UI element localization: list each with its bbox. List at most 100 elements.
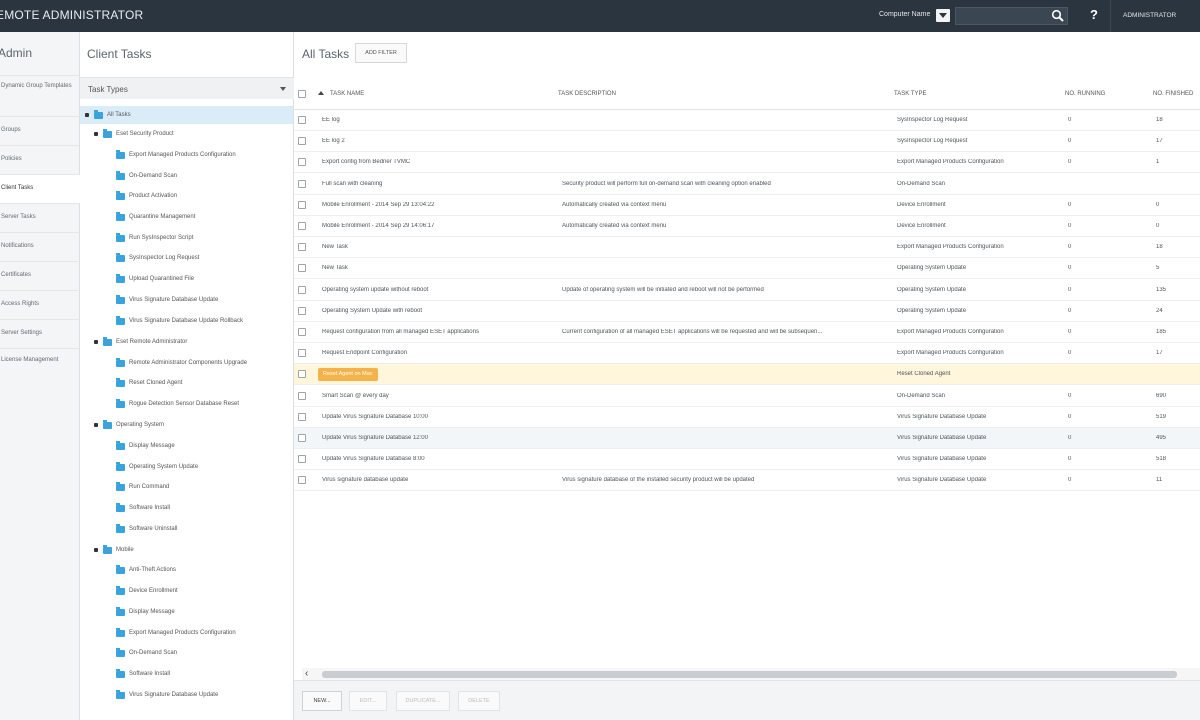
row-checkbox[interactable] xyxy=(298,412,306,421)
row-checkbox[interactable] xyxy=(298,137,306,146)
tree-item[interactable]: SysInspector Log Request xyxy=(116,249,199,267)
tree-item[interactable]: Mobile xyxy=(94,541,134,559)
column-no-running[interactable]: NO. RUNNING xyxy=(1065,91,1105,97)
sort-ascending-icon[interactable] xyxy=(318,91,324,95)
tree-item[interactable]: Operating System xyxy=(94,416,164,434)
tree-item[interactable]: Product Activation xyxy=(116,187,177,205)
tree-item[interactable]: Rogue Detection Sensor Database Reset xyxy=(116,395,239,413)
admin-item-certificates[interactable]: Certificates xyxy=(0,261,80,290)
tree-item[interactable]: Display Message xyxy=(116,603,175,621)
table-row[interactable]: New Task Operating System Update 0 5 xyxy=(294,258,1200,280)
admin-item-client-tasks[interactable]: Client Tasks xyxy=(0,174,80,203)
table-row[interactable]: Update Virus Signature Database 10:00 Vir… xyxy=(294,407,1200,428)
admin-item-server-tasks[interactable]: Server Tasks xyxy=(0,203,80,232)
row-checkbox[interactable] xyxy=(298,349,306,358)
table-row[interactable]: EE log SysInspector Log Request 0 18 xyxy=(294,110,1200,131)
admin-item-dynamic-group-templates[interactable]: Dynamic Group Templates xyxy=(0,75,80,116)
table-row[interactable]: Update Virus Signature Database 8:00 Viru… xyxy=(294,449,1200,471)
select-all-checkbox[interactable] xyxy=(298,90,306,98)
collapse-toggle-icon[interactable] xyxy=(94,132,98,136)
column-no-finished[interactable]: NO. FINISHED xyxy=(1153,91,1193,97)
table-row[interactable]: New Task Export Managed Products Configur… xyxy=(294,237,1200,259)
table-row[interactable]: Full scan with cleaning Security product … xyxy=(294,174,1200,195)
tree-item[interactable]: Quarantine Management xyxy=(116,208,195,226)
edit-button[interactable]: EDIT... xyxy=(349,691,387,711)
row-checkbox[interactable] xyxy=(298,476,306,485)
table-row[interactable]: Update Virus Signature Database 12:00 Vir… xyxy=(294,428,1200,449)
help-button[interactable]: ? xyxy=(1090,7,1098,22)
tree-item[interactable]: Device Enrollment xyxy=(116,582,178,600)
tree-item[interactable]: Remote Administrator Components Upgrade xyxy=(116,354,247,372)
tree-item[interactable]: Display Message xyxy=(116,437,175,455)
table-row[interactable]: Smart Scan @ every day On-Demand Scan 0 690 xyxy=(294,386,1200,407)
tree-item[interactable]: Operating System Update xyxy=(116,458,198,476)
admin-item-policies[interactable]: Policies xyxy=(0,145,80,174)
tree-item[interactable]: Eset Security Product xyxy=(94,125,174,143)
tree-item-all-tasks[interactable]: All Tasks xyxy=(80,106,293,124)
computer-name-dropdown[interactable] xyxy=(936,9,950,22)
admin-item-server-settings[interactable]: Server Settings xyxy=(0,319,80,348)
tree-item[interactable]: Run SysInspector Script xyxy=(116,229,193,247)
user-menu[interactable]: ADMINISTRATOR xyxy=(1110,0,1200,32)
table-row[interactable]: Mobile Enrollment - 2014 Sep 29 14:06:17… xyxy=(294,216,1200,237)
tree-item[interactable]: Eset Remote Administrator xyxy=(94,333,187,351)
delete-button[interactable]: DELETE xyxy=(458,691,500,711)
admin-item-access-rights[interactable]: Access Rights xyxy=(0,290,80,319)
row-checkbox[interactable] xyxy=(298,243,306,252)
row-checkbox[interactable] xyxy=(298,370,306,379)
table-row[interactable]: Mobile Enrollment - 2014 Sep 29 13:04:22… xyxy=(294,195,1200,216)
table-row[interactable]: Reset Agent on Mac Reset Cloned Agent xyxy=(294,364,1200,386)
collapse-toggle-icon[interactable] xyxy=(85,113,89,117)
tree-item[interactable]: Software Uninstall xyxy=(116,520,177,538)
scrollbar-thumb[interactable] xyxy=(322,671,1177,678)
collapse-toggle-icon[interactable] xyxy=(94,340,98,344)
table-row[interactable]: Request Endpoint Configuration Export Man… xyxy=(294,343,1200,365)
task-types-dropdown[interactable]: Task Types xyxy=(80,77,294,99)
tree-item[interactable]: Run Command xyxy=(116,478,169,496)
duplicate-button[interactable]: DUPLICATE... xyxy=(396,691,450,711)
row-checkbox[interactable] xyxy=(298,200,306,209)
tree-item[interactable]: Software Install xyxy=(116,665,170,683)
tree-item[interactable]: Export Managed Products Configuration xyxy=(116,146,236,164)
column-task-name[interactable]: TASK NAME xyxy=(330,91,364,97)
row-checkbox[interactable] xyxy=(298,455,306,464)
horizontal-scrollbar[interactable]: ‹ xyxy=(302,668,1200,680)
table-row[interactable]: Request configuration from all managed E… xyxy=(294,322,1200,343)
table-row[interactable]: Operating System Update with reboot Opera… xyxy=(294,301,1200,322)
tree-item[interactable]: Software Install xyxy=(116,499,170,517)
admin-item-notifications[interactable]: Notifications xyxy=(0,232,80,261)
row-checkbox[interactable] xyxy=(298,116,306,124)
row-checkbox[interactable] xyxy=(298,285,306,294)
column-task-description[interactable]: TASK DESCRIPTION xyxy=(558,91,616,97)
table-row[interactable]: EE log 2 SysInspector Log Request 0 17 xyxy=(294,131,1200,153)
row-checkbox[interactable] xyxy=(298,222,306,230)
row-checkbox[interactable] xyxy=(298,391,306,400)
row-checkbox[interactable] xyxy=(298,306,306,315)
table-row[interactable]: Export config from Bedner TVMC Export Man… xyxy=(294,152,1200,174)
table-row[interactable]: Virus signature database update Virus sig… xyxy=(294,470,1200,492)
row-checkbox[interactable] xyxy=(298,179,306,188)
collapse-toggle-icon[interactable] xyxy=(94,423,98,427)
tree-item[interactable]: Virus Signature Database Update Rollback xyxy=(116,312,243,330)
row-checkbox[interactable] xyxy=(298,158,306,167)
table-row[interactable]: Operating system update without reboot Up… xyxy=(294,280,1200,301)
tree-item[interactable]: Anti-Theft Actions xyxy=(116,561,176,579)
tree-item[interactable]: Reset Cloned Agent xyxy=(116,374,182,392)
tree-item[interactable]: On-Demand Scan xyxy=(116,644,177,662)
tree-item[interactable]: Export Managed Products Configuration xyxy=(116,624,236,642)
collapse-toggle-icon[interactable] xyxy=(94,548,98,552)
row-checkbox[interactable] xyxy=(298,264,306,273)
tree-item[interactable]: Virus Signature Database Update xyxy=(116,291,218,309)
new-button[interactable]: NEW... xyxy=(302,691,342,711)
row-checkbox[interactable] xyxy=(298,328,306,336)
column-task-type[interactable]: TASK TYPE xyxy=(894,91,926,97)
tree-item[interactable]: On-Demand Scan xyxy=(116,167,177,185)
tree-item[interactable]: Upload Quarantined File xyxy=(116,270,194,288)
row-checkbox[interactable] xyxy=(298,434,306,442)
search-icon[interactable] xyxy=(1051,9,1065,23)
tree-item[interactable]: Virus Signature Database Update xyxy=(116,686,218,704)
scroll-left-icon[interactable]: ‹ xyxy=(305,669,308,679)
admin-item-license-management[interactable]: License Management xyxy=(0,348,80,388)
admin-item-groups[interactable]: Groups xyxy=(0,116,80,145)
add-filter-button[interactable]: ADD FILTER xyxy=(355,43,407,63)
